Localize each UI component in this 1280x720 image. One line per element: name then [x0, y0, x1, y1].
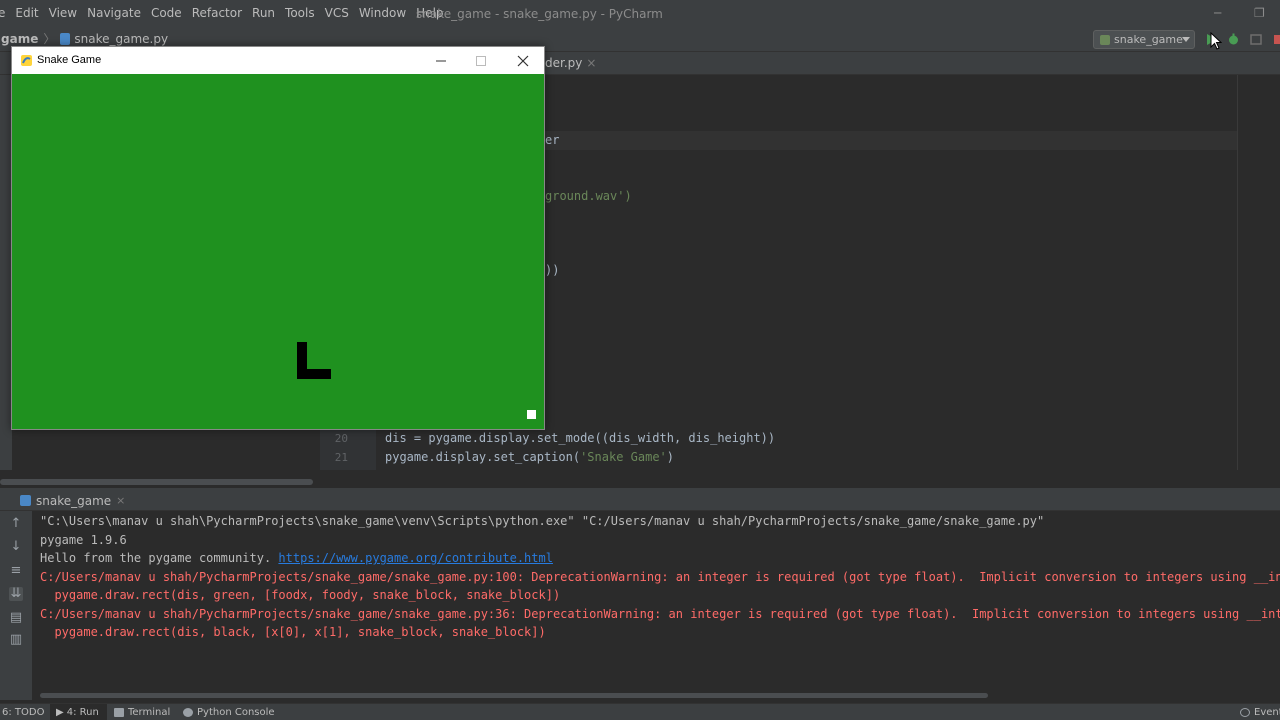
run-arrow-icon: ▶: [56, 706, 64, 718]
run-tool-label: 4: Run: [66, 706, 99, 718]
code-fragment: ground.wav'): [545, 189, 632, 203]
console-error-line: C:/Users/manav u shah/PycharmProjects/sn…: [40, 570, 1280, 584]
menu-file[interactable]: e: [0, 6, 10, 20]
event-log-icon: [1240, 707, 1250, 717]
python-icon: [20, 495, 31, 506]
ide-minimize-icon[interactable]: ─: [1214, 6, 1221, 20]
trash-icon[interactable]: ▥: [9, 633, 23, 647]
chevron-down-icon: [1182, 37, 1190, 42]
python-console-tool-button[interactable]: Python Console: [183, 707, 275, 718]
menu-edit[interactable]: Edit: [10, 6, 43, 20]
editor-tab[interactable]: der.py ×: [545, 56, 596, 70]
terminal-label: Terminal: [128, 706, 171, 718]
run-configuration-label: snake_game: [1114, 33, 1183, 46]
python-icon: [1100, 34, 1110, 45]
snake-game-window: Snake Game: [11, 46, 545, 430]
stop-icon[interactable]: [1272, 33, 1280, 46]
up-arrow-icon[interactable]: ↑: [9, 517, 23, 531]
breadcrumb-file[interactable]: snake_game.py: [74, 32, 168, 46]
right-margin-guide: [1237, 75, 1238, 470]
snake-tail: [297, 369, 331, 379]
maximize-icon[interactable]: [466, 52, 496, 70]
menu-code[interactable]: Code: [146, 6, 187, 20]
snake-food: [527, 410, 536, 419]
code-fragment: er: [545, 133, 560, 147]
console-error-line: C:/Users/manav u shah/PycharmProjects/sn…: [40, 607, 1280, 621]
code-token: pygame.display.set_caption(: [385, 450, 581, 464]
code-line: dis = pygame.display.set_mode((dis_width…: [385, 431, 776, 445]
todo-label: 6: TODO: [2, 706, 45, 718]
console-horizontal-scrollbar[interactable]: [40, 693, 988, 698]
down-arrow-icon[interactable]: ↓: [9, 540, 23, 554]
python-console-icon: [183, 707, 193, 717]
menu-run[interactable]: Run: [247, 6, 280, 20]
run-configuration-select[interactable]: snake_game: [1093, 30, 1195, 49]
close-icon[interactable]: ×: [586, 56, 596, 70]
pygame-snake-icon: [21, 55, 32, 66]
minimize-icon[interactable]: [426, 52, 456, 70]
run-tab-label: snake_game: [36, 493, 112, 508]
ide-restore-icon[interactable]: ❐: [1254, 6, 1265, 20]
console-error-line: pygame.draw.rect(dis, green, [foodx, foo…: [40, 588, 561, 602]
breadcrumb-project[interactable]: game: [1, 32, 38, 46]
mouse-cursor-icon: [1210, 32, 1222, 50]
line-number: 21: [334, 451, 348, 464]
python-console-label: Python Console: [197, 706, 275, 718]
console-line: pygame 1.9.6: [40, 533, 127, 547]
code-line: pygame.display.set_caption('Snake Game'): [385, 450, 674, 464]
menu-vcs[interactable]: VCS: [320, 6, 354, 20]
terminal-icon: [114, 707, 124, 717]
coverage-icon[interactable]: [1250, 33, 1263, 46]
close-icon[interactable]: ×: [116, 494, 125, 507]
debug-icon[interactable]: [1227, 33, 1240, 46]
menu-navigate[interactable]: Navigate: [82, 6, 146, 20]
code-fragment: )): [545, 263, 560, 277]
terminal-tool-button[interactable]: Terminal: [114, 707, 170, 718]
menu-window[interactable]: Window: [354, 6, 411, 20]
todo-tool-button[interactable]: 6: TODO: [2, 707, 44, 718]
code-token: ): [666, 450, 675, 464]
run-tool-button[interactable]: ▶ 4: Run: [50, 704, 107, 720]
console-text: Hello from the pygame community.: [40, 551, 279, 565]
snake-head: [297, 342, 307, 352]
console-line: Hello from the pygame community. https:/…: [40, 551, 553, 565]
game-canvas[interactable]: [12, 74, 544, 429]
breadcrumb: game 〉 snake_game.py: [0, 30, 168, 47]
console-error-line: pygame.draw.rect(dis, black, [x[0], x[1]…: [40, 625, 546, 639]
menu-refactor[interactable]: Refactor: [187, 6, 247, 20]
run-console-output[interactable]: "C:\Users\manav u shah\PycharmProjects\s…: [32, 511, 1280, 689]
ide-window-title: snake_game - snake_game.py - PyCharm: [416, 7, 663, 21]
editor-tab-label: der.py: [545, 56, 583, 70]
python-file-icon: [60, 32, 71, 45]
line-number: 20: [334, 432, 348, 445]
run-tab[interactable]: snake_game ×: [20, 494, 125, 508]
menu-view[interactable]: View: [44, 6, 82, 20]
scroll-to-end-icon[interactable]: ⇊: [9, 587, 23, 601]
event-log-label: Event: [1254, 706, 1280, 718]
game-titlebar[interactable]: Snake Game: [12, 47, 544, 74]
console-line: "C:\Users\manav u shah\PycharmProjects\s…: [40, 514, 1045, 528]
horizontal-scrollbar[interactable]: [0, 479, 313, 485]
event-log-tool-button[interactable]: Event: [1240, 707, 1280, 718]
close-icon[interactable]: [508, 52, 538, 70]
code-string-token: 'Snake Game': [580, 450, 667, 464]
soft-wrap-icon[interactable]: ≡: [9, 564, 23, 578]
game-window-title: Snake Game: [37, 54, 102, 66]
run-toolbar: ↑ ↓ ≡ ⇊ ▤ ▥: [0, 511, 32, 700]
console-link[interactable]: https://www.pygame.org/contribute.html: [278, 551, 553, 565]
menu-tools[interactable]: Tools: [280, 6, 320, 20]
breadcrumb-separator: 〉: [43, 32, 56, 46]
tool-window-bar: 6: TODO ▶ 4: Run Terminal Python Console …: [0, 703, 1280, 720]
run-panel-header: snake_game ×: [0, 491, 1280, 511]
print-icon[interactable]: ▤: [9, 611, 23, 625]
